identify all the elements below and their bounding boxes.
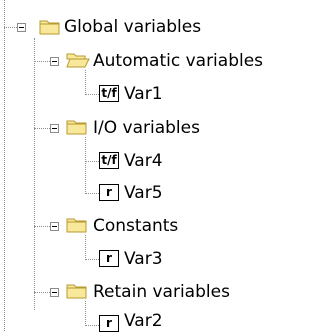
tree-line (4, 27, 17, 28)
tree-line (85, 70, 86, 95)
tree-item-var2[interactable]: Var2 (124, 311, 163, 331)
real-variable-icon: r (99, 250, 119, 267)
tree-item-global-variables[interactable]: Global variables (64, 17, 201, 37)
tree-line (4, 0, 5, 331)
tree-line (85, 137, 86, 194)
folder-closed-icon (66, 216, 88, 234)
collapse-toggle-automatic[interactable] (50, 57, 59, 66)
tree-line (85, 193, 99, 194)
tree-line (85, 235, 86, 260)
folder-closed-icon (66, 118, 88, 136)
tree-line (34, 38, 35, 310)
folder-closed-icon (39, 18, 61, 36)
tree-line (34, 226, 50, 227)
collapse-toggle-global[interactable] (17, 23, 26, 32)
real-variable-icon: r (99, 315, 119, 332)
real-variable-icon: r (99, 184, 119, 201)
tree-item-automatic-variables[interactable]: Automatic variables (93, 51, 263, 71)
variables-tree: Global variables Automatic variables t/f… (0, 0, 327, 332)
tree-line (85, 161, 99, 162)
collapse-toggle-retain[interactable] (50, 288, 59, 297)
collapse-toggle-constants[interactable] (50, 222, 59, 231)
tree-item-io-variables[interactable]: I/O variables (93, 118, 200, 138)
tf-variable-icon: t/f (99, 152, 119, 169)
tree-line (34, 128, 50, 129)
tree-line (34, 61, 50, 62)
folder-open-icon (66, 51, 90, 69)
folder-closed-icon (66, 282, 88, 300)
tree-item-var3[interactable]: Var3 (124, 249, 163, 269)
tf-variable-icon: t/f (99, 85, 119, 102)
tree-line (85, 301, 86, 326)
tree-item-var4[interactable]: Var4 (124, 151, 163, 171)
tree-line (85, 259, 99, 260)
tree-item-constants[interactable]: Constants (93, 216, 178, 236)
collapse-toggle-io[interactable] (50, 124, 59, 133)
tree-line (34, 292, 50, 293)
tree-item-retain-variables[interactable]: Retain variables (93, 282, 230, 302)
tree-line (85, 94, 99, 95)
tree-item-var1[interactable]: Var1 (124, 84, 163, 104)
tree-item-var5[interactable]: Var5 (124, 183, 163, 203)
tree-line (85, 325, 99, 326)
